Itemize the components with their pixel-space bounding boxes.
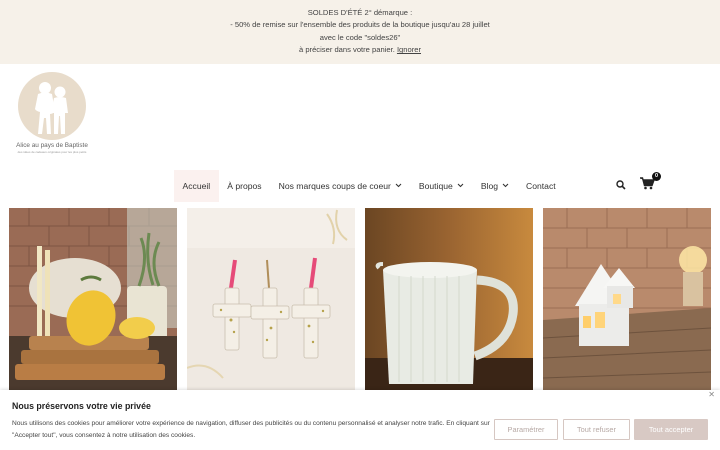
logo-emblem: [18, 72, 86, 140]
product-image-lemon-boards[interactable]: [9, 208, 177, 390]
cart-button[interactable]: 0: [640, 172, 661, 195]
search-icon[interactable]: [616, 177, 626, 195]
cookie-text: Nous utilisons des cookies pour améliore…: [12, 420, 490, 440]
site-logo[interactable]: Alice au pays de Baptiste des idées de c…: [16, 72, 88, 154]
cookie-consent-bar: ✕ Nous préservons votre vie privée Nous …: [0, 390, 720, 450]
nav-item-label: Boutique: [418, 181, 453, 191]
logo-tagline: des idées de cadeaux originales pour les…: [17, 150, 87, 154]
nav-item-a-propos[interactable]: À propos: [219, 170, 270, 202]
chevron-down-icon: [395, 183, 402, 190]
promo-dismiss-link[interactable]: Ignorer: [397, 45, 421, 54]
nav-item-label: À propos: [227, 181, 262, 191]
promo-line-3: avec le code "soldes26": [319, 32, 401, 42]
nav-item-label: Nos marques coups de coeur: [278, 181, 391, 191]
product-image-mug[interactable]: [365, 208, 533, 390]
logo-name: Alice au pays de Baptiste: [16, 142, 88, 149]
cookie-title: Nous préservons votre vie privée: [12, 401, 151, 411]
promo-line-1: SOLDES D'ÉTÉ 2° démarque :: [307, 8, 413, 17]
nav-item-label: Blog: [480, 181, 499, 191]
nav-item-blog[interactable]: Blog: [472, 170, 517, 202]
cookie-reject-button[interactable]: Tout refuser: [563, 419, 630, 440]
product-image-house-lamp[interactable]: [543, 208, 711, 390]
nav-item-marques[interactable]: Nos marques coups de coeur: [270, 170, 410, 202]
promo-line-4: à préciser dans votre panier. Ignorer: [0, 44, 720, 56]
chevron-down-icon: [502, 183, 509, 190]
main-nav: Accueil À propos Nos marques coups de co…: [174, 170, 564, 202]
product-grid: [9, 208, 711, 390]
nav-item-label: Accueil: [182, 181, 211, 191]
close-icon[interactable]: ✕: [708, 390, 715, 399]
product-image-crosses[interactable]: [187, 208, 355, 390]
header-icons: 0: [616, 172, 661, 196]
promo-line-4-text: à préciser dans votre panier.: [299, 45, 397, 55]
nav-item-boutique[interactable]: Boutique: [410, 170, 472, 202]
nav-item-contact[interactable]: Contact: [518, 170, 565, 202]
promo-line-2: - 50% de remise sur l'ensemble des produ…: [230, 20, 490, 30]
chevron-down-icon: [457, 183, 464, 190]
nav-item-label: Contact: [526, 181, 556, 191]
cart-count-badge: 0: [652, 172, 661, 181]
cookie-settings-button[interactable]: Paramétrer: [494, 419, 558, 440]
cookie-accept-button[interactable]: Tout accepter: [634, 419, 708, 440]
nav-item-accueil[interactable]: Accueil: [174, 170, 219, 202]
promo-banner: SOLDES D'ÉTÉ 2° démarque : - 50% de remi…: [0, 0, 720, 64]
